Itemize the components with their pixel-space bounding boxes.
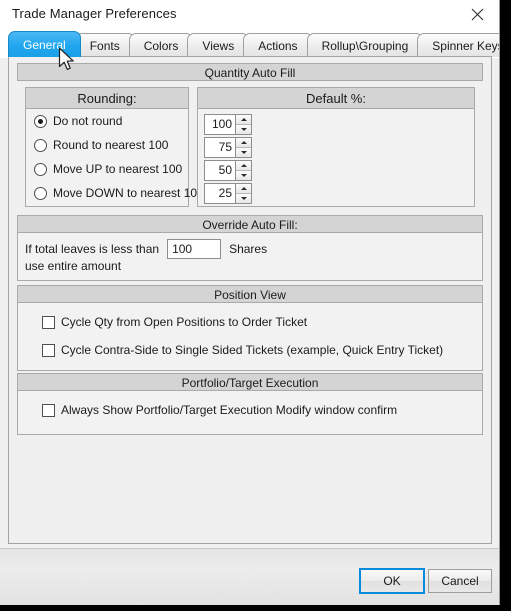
default-percent-stepper-3[interactable] [204,160,252,181]
tab-fonts[interactable]: Fonts [74,33,135,57]
rounding-options: Do not round Round to nearest 100 Move U… [25,109,204,207]
radio-label: Do not round [53,114,123,128]
default-percent-title: Default %: [197,87,475,109]
tab-general[interactable]: General [8,31,81,57]
default-percent-group: Default %: [197,87,475,207]
stepper-buttons[interactable] [236,183,252,204]
position-view-group: Position View Cycle Qty from Open Positi… [17,285,483,371]
radio-round-to-nearest[interactable]: Round to nearest 100 [26,133,188,157]
quantity-auto-fill-group: Quantity Auto Fill Rounding: Do not roun… [17,63,483,213]
tab-strip: General Fonts Colors Views Actions Rollu… [0,28,499,58]
stepper-buttons[interactable] [236,160,252,181]
checkbox-indicator [42,315,55,329]
tab-views[interactable]: Views [187,33,250,57]
radio-label: Round to nearest 100 [53,138,169,152]
checkbox-label: Always Show Portfolio/Target Execution M… [61,403,398,417]
tab-actions[interactable]: Actions [243,33,313,57]
override-shares-input[interactable] [167,239,222,259]
default-percent-input-1[interactable] [204,114,236,135]
stepper-down-icon[interactable] [236,171,251,180]
radio-indicator [34,114,47,128]
position-view-title: Position View [17,285,483,303]
stepper-down-icon[interactable] [236,194,251,203]
override-line-1: If total leaves is less than Shares [25,239,267,259]
default-percent-input-3[interactable] [204,160,236,181]
stepper-up-icon[interactable] [236,184,251,194]
radio-move-down-to-nearest[interactable]: Move DOWN to nearest 100 [26,181,204,205]
preferences-window: Trade Manager Preferences General Fonts … [0,0,500,605]
rounding-group: Rounding: Do not round Round to nearest … [25,87,204,207]
default-percent-input-4[interactable] [204,183,236,204]
stepper-down-icon[interactable] [236,148,251,157]
portfolio-target-execution-title: Portfolio/Target Execution [17,373,483,391]
default-percent-body [197,109,475,207]
radio-indicator [34,162,47,176]
stepper-down-icon[interactable] [236,125,251,134]
default-percent-input-2[interactable] [204,137,236,158]
rounding-title: Rounding: [25,87,189,109]
default-percent-stepper-2[interactable] [204,137,252,158]
override-prefix-label: If total leaves is less than [25,242,160,256]
radio-do-not-round[interactable]: Do not round [26,109,188,133]
checkbox-always-show-modify-confirm[interactable]: Always Show Portfolio/Target Execution M… [42,403,397,417]
default-percent-spinner-list [204,114,252,206]
stepper-up-icon[interactable] [236,138,251,148]
portfolio-target-execution-group: Portfolio/Target Execution Always Show P… [17,373,483,435]
cancel-button[interactable]: Cancel [428,569,492,593]
stepper-buttons[interactable] [236,114,252,135]
tab-rollup-grouping[interactable]: Rollup\Grouping [306,33,424,57]
radio-indicator [34,138,47,152]
title-bar: Trade Manager Preferences [0,0,499,29]
stepper-up-icon[interactable] [236,161,251,171]
override-line-2: use entire amount [25,259,122,273]
dialog-footer: OK Cancel [0,548,499,605]
general-tab-panel: Quantity Auto Fill Rounding: Do not roun… [8,56,492,544]
checkbox-cycle-contra-side[interactable]: Cycle Contra-Side to Single Sided Ticket… [42,343,443,357]
default-percent-stepper-1[interactable] [204,114,252,135]
tab-spinner-keys[interactable]: Spinner Keys [417,33,499,57]
checkbox-cycle-qty-open-positions[interactable]: Cycle Qty from Open Positions to Order T… [42,315,307,329]
checkbox-label: Cycle Qty from Open Positions to Order T… [61,315,308,329]
ok-button[interactable]: OK [359,568,425,594]
override-suffix-label: Shares [229,242,268,256]
tab-colors[interactable]: Colors [128,33,194,57]
stepper-up-icon[interactable] [236,115,251,125]
override-auto-fill-title: Override Auto Fill: [17,215,483,233]
close-icon[interactable] [455,0,499,28]
override-auto-fill-body: If total leaves is less than Shares use … [17,233,483,281]
window-title: Trade Manager Preferences [12,6,177,21]
radio-label: Move DOWN to nearest 100 [53,186,204,200]
radio-label: Move UP to nearest 100 [53,162,183,176]
radio-indicator [34,186,47,200]
checkbox-indicator [42,403,55,417]
portfolio-target-execution-body: Always Show Portfolio/Target Execution M… [17,391,483,435]
default-percent-stepper-4[interactable] [204,183,252,204]
checkbox-indicator [42,343,55,357]
checkbox-label: Cycle Contra-Side to Single Sided Ticket… [61,343,444,357]
stepper-buttons[interactable] [236,137,252,158]
radio-move-up-to-nearest[interactable]: Move UP to nearest 100 [26,157,188,181]
position-view-body: Cycle Qty from Open Positions to Order T… [17,303,483,371]
quantity-auto-fill-title: Quantity Auto Fill [17,63,483,81]
override-auto-fill-group: Override Auto Fill: If total leaves is l… [17,215,483,281]
